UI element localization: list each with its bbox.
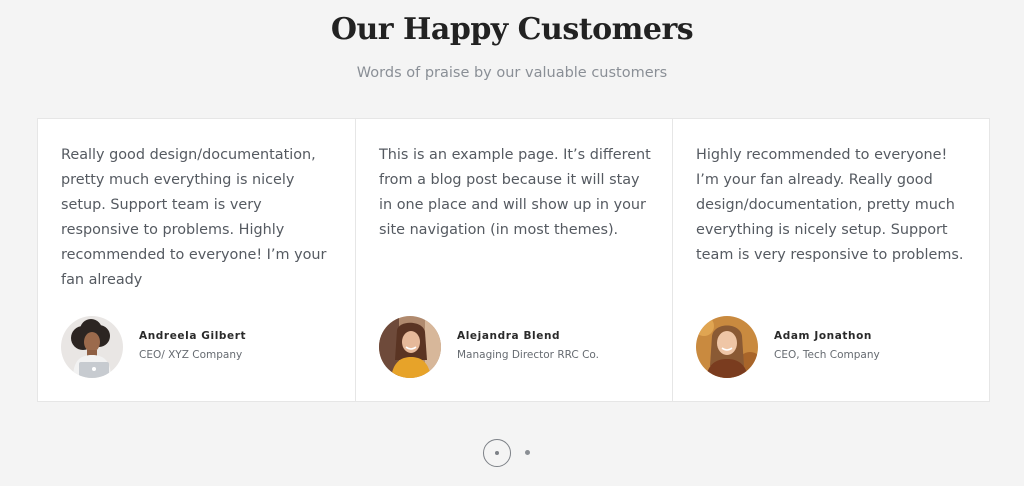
avatar bbox=[61, 316, 123, 378]
section-title: Our Happy Customers bbox=[330, 12, 694, 47]
customer-role: Managing Director RRC Co. bbox=[457, 349, 599, 361]
testimonial-quote: This is an example page. It’s different … bbox=[379, 147, 651, 238]
customer-name: Andreela Gilbert bbox=[139, 330, 247, 342]
pagination-dot[interactable] bbox=[525, 450, 530, 455]
testimonial-quote: Highly recommended to everyone! I’m your… bbox=[696, 147, 964, 263]
customer-name: Adam Jonathon bbox=[774, 330, 872, 342]
testimonial-quote: Really good design/documentation, pretty… bbox=[61, 147, 327, 288]
customer-role: CEO, Tech Company bbox=[774, 349, 880, 361]
section-subtitle: Words of praise by our valuable customer… bbox=[356, 65, 668, 81]
avatar bbox=[379, 316, 441, 378]
testimonial-card: Highly recommended to everyone! I’m your… bbox=[672, 119, 989, 401]
carousel-pagination bbox=[483, 439, 543, 467]
avatar bbox=[696, 316, 758, 378]
pagination-dot-active[interactable] bbox=[483, 439, 511, 467]
testimonial-card: This is an example page. It’s different … bbox=[355, 119, 672, 401]
customer-role: CEO/ XYZ Company bbox=[139, 349, 243, 361]
testimonial-card: Really good design/documentation, pretty… bbox=[38, 119, 355, 401]
testimonial-carousel: Really good design/documentation, pretty… bbox=[37, 118, 990, 402]
customer-name: Alejandra Blend bbox=[457, 330, 561, 342]
testimonials-section: Our Happy Customers Words of praise by o… bbox=[0, 0, 1024, 486]
